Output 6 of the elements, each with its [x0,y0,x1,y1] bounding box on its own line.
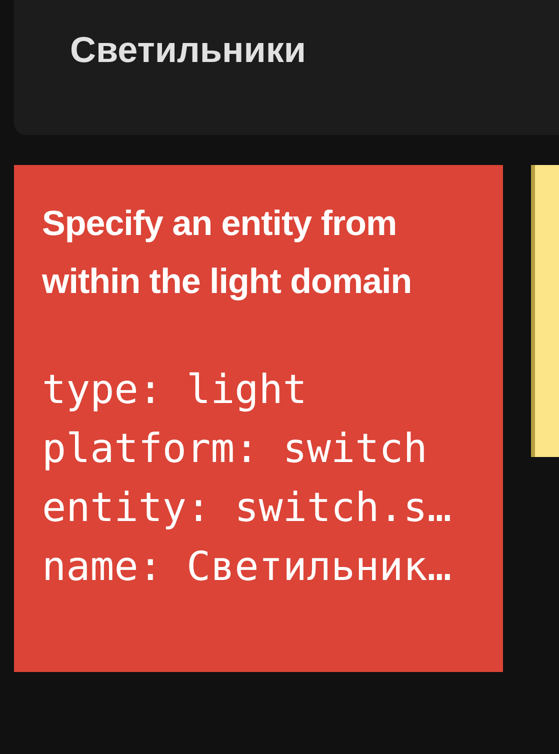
config-line: entity: switch.s… [42,484,452,533]
error-message: Specify an entity from within the light domain [42,203,413,303]
config-line: type: light [42,366,308,415]
header-title: Светильники [70,28,307,72]
config-line: platform: switch [42,425,428,474]
config-line: name: Светильник… [42,543,452,592]
